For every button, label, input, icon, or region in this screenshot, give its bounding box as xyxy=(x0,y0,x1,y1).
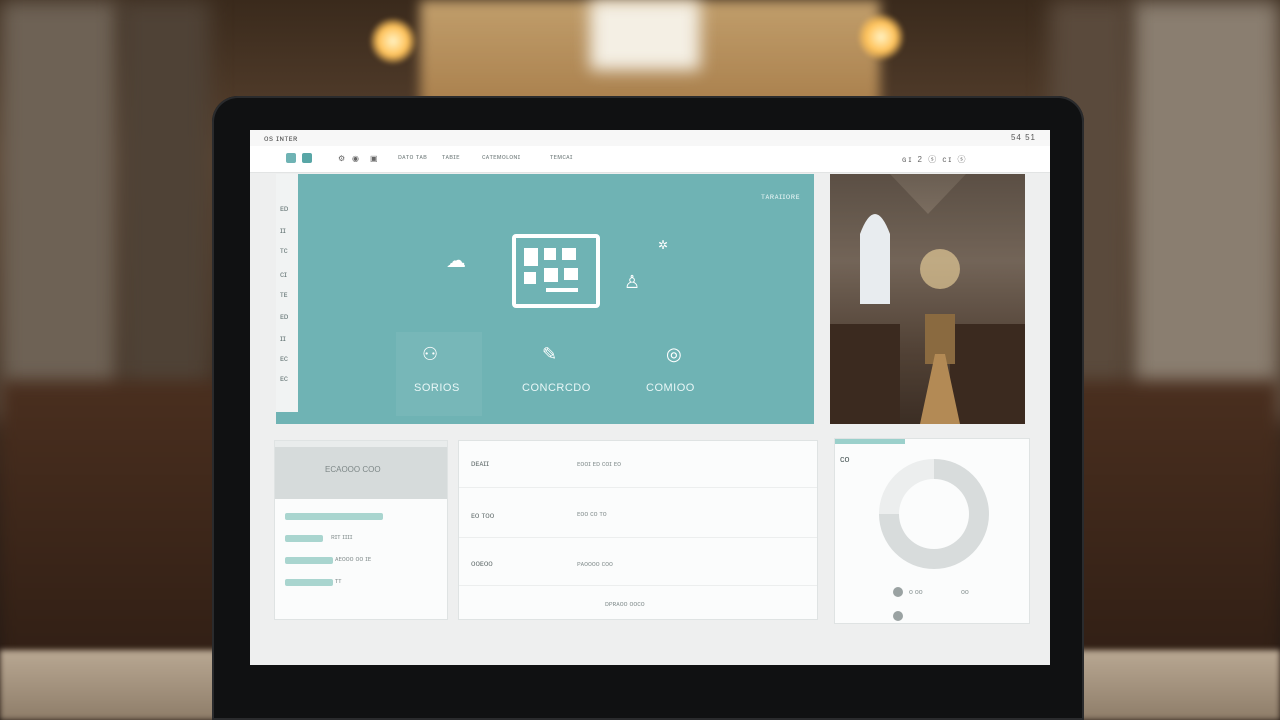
progress-bar xyxy=(285,513,383,520)
side-item[interactable]: ᴇᴅ xyxy=(280,204,288,213)
people-icon: ☁ xyxy=(446,250,466,272)
summary-card-title: ECAOOO COO xyxy=(325,465,381,474)
nav-link-2[interactable]: ᴛᴀʙɪᴇ xyxy=(442,154,460,161)
side-item[interactable]: ɪɪ xyxy=(280,334,286,343)
grid-button[interactable] xyxy=(302,153,312,163)
summary-card-header: ECAOOO COO xyxy=(275,441,447,499)
tile-1[interactable] xyxy=(396,332,482,416)
toolbar-icons[interactable]: ɢɪ 2 ⓢ ᴄɪ ⓢ xyxy=(902,154,968,165)
tile-label-3: COMIOO xyxy=(646,382,695,394)
progress-bar xyxy=(285,535,323,542)
legend-dot xyxy=(893,611,903,621)
app-title: os ɪɴᴛᴇʀ xyxy=(264,134,298,143)
laptop: os ɪɴᴛᴇʀ 54 51 ⚙ ◉ ▣ ᴅᴀᴛᴏ ᴛᴀʙ ᴛᴀʙɪᴇ ᴄᴀᴛᴇ… xyxy=(212,96,1084,720)
legend-label: ᴏ ᴏᴏ xyxy=(909,589,923,596)
legend-label: ᴏᴏ xyxy=(961,589,969,596)
detail-label: ᴅᴇᴀɪɪ xyxy=(471,459,489,468)
bar-label: ᴀᴇᴏᴏᴏ ᴏᴏ ɪᴇ xyxy=(335,556,372,563)
app-screen: os ɪɴᴛᴇʀ 54 51 ⚙ ◉ ▣ ᴅᴀᴛᴏ ᴛᴀʙ ᴛᴀʙɪᴇ ᴄᴀᴛᴇ… xyxy=(250,130,1050,665)
detail-value: ᴘᴀᴏᴏᴏᴏ ᴄᴏᴏ xyxy=(577,561,613,568)
legend-dot xyxy=(893,587,903,597)
detail-label: ᴇᴏ ᴛᴏᴏ xyxy=(471,511,495,520)
side-item[interactable]: ɪɪ xyxy=(280,226,286,235)
progress-bar xyxy=(285,557,333,564)
card-accent xyxy=(835,439,905,444)
bar-label: ʀɪᴛ ɪɪɪɪ xyxy=(331,534,353,541)
spark-icon: ✲ xyxy=(658,238,669,252)
hero-corner-label: ᴛᴀʀᴀɪɪᴏʀᴇ xyxy=(761,192,800,201)
detail-value: ᴇᴏᴏ ᴄᴏ ᴛᴏ xyxy=(577,511,607,518)
side-item[interactable]: ᴇᴅ xyxy=(280,312,288,321)
side-item[interactable]: ᴛᴄ xyxy=(280,246,288,255)
side-item[interactable]: ᴄɪ xyxy=(280,270,287,279)
donut-chart xyxy=(879,459,989,569)
bar-label: ᴛᴛ xyxy=(335,578,342,585)
chat-icon: ✎ xyxy=(542,344,558,364)
status-indicators: 54 51 xyxy=(1010,133,1036,142)
clock-icon: ◎ xyxy=(666,344,682,364)
tile-label-2: CONCRCDO xyxy=(522,382,591,394)
title-bar: os ɪɴᴛᴇʀ 54 51 xyxy=(250,130,1050,146)
side-item[interactable]: ᴇᴄ xyxy=(280,374,288,383)
chart-card-badge: ᴄᴏ xyxy=(840,454,850,464)
nav-link-3[interactable]: ᴄᴀᴛᴇᴍᴏʟᴏɴɪ xyxy=(482,154,520,161)
nav-link-4[interactable]: ᴛᴇᴍᴄᴀɪ xyxy=(550,154,573,161)
settings-icon[interactable]: ⚙ xyxy=(338,154,345,163)
detail-value: ᴇᴏᴏɪ ᴇᴅ ᴄᴏɪ ᴇᴏ xyxy=(577,461,622,468)
tile-label-1: SORIOS xyxy=(414,382,460,394)
details-card: ᴅᴇᴀɪɪ ᴇᴏᴏɪ ᴇᴅ ᴄᴏɪ ᴇᴏ ᴇᴏ ᴛᴏᴏ ᴇᴏᴏ ᴄᴏ ᴛᴏ ᴏᴏ… xyxy=(458,440,818,620)
user-icon[interactable]: ◉ xyxy=(352,154,359,163)
hero-panel: ᴇᴅ ɪɪ ᴛᴄ ᴄɪ ᴛᴇ ᴇᴅ ɪɪ ᴇᴄ ᴇᴄ ᴛᴀʀᴀɪɪᴏʀᴇ ☁ ♙… xyxy=(276,174,814,424)
home-button[interactable] xyxy=(286,153,296,163)
side-item[interactable]: ᴇᴄ xyxy=(280,354,288,363)
nav-link-1[interactable]: ᴅᴀᴛᴏ ᴛᴀʙ xyxy=(398,154,427,161)
print-icon[interactable]: ▣ xyxy=(370,154,378,163)
progress-bar xyxy=(285,579,333,586)
calendar-icon xyxy=(512,234,600,308)
hero-side-menu: ᴇᴅ ɪɪ ᴛᴄ ᴄɪ ᴛᴇ ᴇᴅ ɪɪ ᴇᴄ ᴇᴄ xyxy=(276,174,298,412)
details-footer-link[interactable]: ᴅᴘʀᴀᴏᴏ ᴏᴏᴄᴏ xyxy=(605,601,645,608)
summary-card: ECAOOO COO ʀɪᴛ ɪɪɪɪ ᴀᴇᴏᴏᴏ ᴏᴏ ɪᴇ ᴛᴛ xyxy=(274,440,448,620)
chart-card: ᴄᴏ ᴏ ᴏᴏ ᴏᴏ xyxy=(834,438,1030,624)
person-icon: ♙ xyxy=(624,272,641,292)
side-item[interactable]: ᴛᴇ xyxy=(280,290,288,299)
church-photo xyxy=(830,174,1025,424)
users-icon: ⚇ xyxy=(422,344,439,364)
detail-label: ᴏᴏᴇᴏᴏ xyxy=(471,559,493,568)
navbar: ⚙ ◉ ▣ ᴅᴀᴛᴏ ᴛᴀʙ ᴛᴀʙɪᴇ ᴄᴀᴛᴇᴍᴏʟᴏɴɪ ᴛᴇᴍᴄᴀɪ ɢ… xyxy=(250,146,1050,173)
